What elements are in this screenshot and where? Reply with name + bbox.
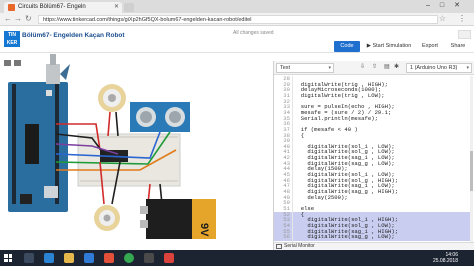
dc-motor-bottom <box>94 205 120 231</box>
dc-motor-top <box>98 84 126 112</box>
download-icon[interactable]: ⇩ <box>360 64 367 71</box>
battery-9v: 9V <box>140 199 216 239</box>
yandex-icon[interactable] <box>104 253 114 263</box>
delete-icon <box>14 60 21 66</box>
serial-monitor-label: Serial Monitor <box>284 243 315 249</box>
code-text: digitalWrite(sag_g , LOW); <box>294 233 395 241</box>
ultrasonic-sensor <box>130 102 190 132</box>
code-editor-panel: Text ▾ ⇩ ⇧ ▤ ✱ 1 (Arduino Uno R3) ▾ 28 29… <box>273 61 474 250</box>
tinkercad-favicon-icon <box>8 4 15 11</box>
chrome-icon[interactable] <box>124 253 134 263</box>
tinkercad-logo[interactable]: TIN KER <box>4 31 20 47</box>
clock-date: 25.08.2018 <box>432 258 458 264</box>
code-line[interactable]: 56 digitalWrite(sag_g , LOW); <box>274 233 471 242</box>
code-area[interactable]: 28 29 digitalWrite(trig , HIGH); 30 delayM… <box>274 76 474 242</box>
arduino-board <box>8 82 68 212</box>
gutter-divider <box>292 76 293 242</box>
serial-monitor-bar[interactable]: Serial Monitor <box>274 242 474 250</box>
app-icon-2[interactable] <box>164 253 174 263</box>
code-button[interactable]: Code <box>334 41 360 52</box>
sidebar-toggle-icon[interactable] <box>458 30 471 39</box>
tab-title: Circuits Bölüm67- Engeln <box>18 4 86 10</box>
debug-icon[interactable]: ✱ <box>394 64 401 71</box>
store-icon[interactable] <box>84 253 94 263</box>
code-scrollbar-thumb[interactable] <box>470 151 473 191</box>
library-icon[interactable]: ▤ <box>384 64 391 71</box>
project-title[interactable]: Bölüm67- Engelden Kaçan Robot <box>22 32 125 39</box>
breadboard <box>77 133 181 187</box>
board-value: 1 (Arduino Uno R3) <box>410 65 458 71</box>
serial-monitor-icon <box>276 244 282 249</box>
bookmark-star-icon[interactable]: ☆ <box>439 14 446 23</box>
code-label: Code <box>340 43 354 49</box>
windows-taskbar: 14:06 25.08.2018 <box>0 250 474 266</box>
reload-icon[interactable]: ↻ <box>25 14 32 23</box>
code-mode-value: Text <box>280 65 291 71</box>
battery-label: 9V <box>198 223 210 237</box>
browser-menu-icon[interactable]: ⋮ <box>458 14 466 23</box>
browser-tab-bar: Circuits Bölüm67- Engeln ✕ –□✕ <box>0 0 474 13</box>
board-select[interactable]: 1 (Arduino Uno R3) ▾ <box>406 63 472 73</box>
new-tab-button[interactable] <box>124 3 134 12</box>
share-button[interactable]: Share <box>446 41 470 52</box>
start-simulation-button[interactable]: ▶ Start Simulation <box>366 41 412 52</box>
address-bar-row: ← → ↻ https://www.tinkercad.com/things/g… <box>0 13 474 26</box>
code-panel-toolbar: Text ▾ ⇩ ⇧ ▤ ✱ 1 (Arduino Uno R3) ▾ <box>274 61 474 75</box>
tinkercad-header: TIN KER Bölüm67- Engelden Kaçan Robot All… <box>0 27 474 53</box>
file-explorer-icon[interactable] <box>64 253 74 263</box>
circuit-canvas[interactable]: 9V <box>0 54 273 250</box>
upload-icon[interactable]: ⇧ <box>372 64 379 71</box>
chevron-down-icon: ▾ <box>328 65 331 71</box>
chevron-down-icon: ▾ <box>466 65 469 71</box>
export-button[interactable]: Export <box>418 41 442 52</box>
line-number: 56 <box>283 233 290 241</box>
task-view-icon[interactable] <box>24 253 34 263</box>
circuit-drawing: 9V <box>4 54 216 239</box>
code-mode-select[interactable]: Text ▾ <box>276 63 334 73</box>
rotate-icon <box>4 60 11 66</box>
browser-tab[interactable]: Circuits Bölüm67- Engeln ✕ <box>4 2 122 13</box>
app-icon[interactable] <box>144 253 154 263</box>
edge-icon[interactable] <box>44 253 54 263</box>
usb-cable <box>46 54 70 84</box>
back-arrow-icon[interactable]: ← <box>4 14 12 23</box>
url-input[interactable]: https://www.tinkercad.com/things/giXp2hG… <box>38 15 438 24</box>
close-tab-icon[interactable]: ✕ <box>114 2 119 13</box>
windows-start-icon[interactable] <box>4 254 12 262</box>
simulate-label: Start Simulation <box>372 43 412 49</box>
system-tray-clock[interactable]: 14:06 25.08.2018 <box>433 252 458 264</box>
save-status: All changes saved <box>233 30 274 36</box>
window-controls[interactable]: –□✕ <box>426 1 470 9</box>
forward-arrow-icon[interactable]: → <box>14 14 22 23</box>
